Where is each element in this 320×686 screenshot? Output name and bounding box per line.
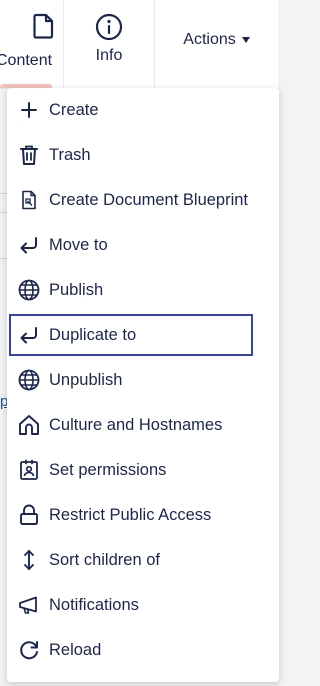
actions-button[interactable]: Actions <box>155 0 278 84</box>
menu-item-label: Sort children of <box>49 550 160 569</box>
menu-item-label: Move to <box>49 235 108 254</box>
menu-item-unpublish[interactable]: Unpublish <box>7 359 269 401</box>
menu-item-label: Reload <box>49 640 102 659</box>
info-icon <box>95 13 123 41</box>
move-icon <box>18 234 40 256</box>
top-tab-bar: Content Info Actions <box>0 0 278 89</box>
tab-content-label: Content <box>0 52 53 69</box>
tab-info[interactable]: Info <box>64 0 155 88</box>
menu-item-restrict-public-access[interactable]: Restrict Public Access <box>7 494 269 536</box>
sort-icon <box>18 549 40 571</box>
menu-item-label: Set permissions <box>49 460 167 479</box>
menu-item-label: Culture and Hostnames <box>49 415 223 434</box>
menu-item-label: Create <box>49 100 99 119</box>
menu-item-reload[interactable]: Reload <box>7 629 269 671</box>
menu-item-publish[interactable]: Publish <box>7 269 269 311</box>
blueprint-icon <box>18 189 40 211</box>
menu-item-culture-and-hostnames[interactable]: Culture and Hostnames <box>7 404 269 446</box>
menu-item-label: Unpublish <box>49 370 123 389</box>
menu-item-label: Notifications <box>49 595 139 614</box>
reload-icon <box>18 639 40 661</box>
menu-item-label: Publish <box>49 280 104 299</box>
permissions-icon <box>18 459 40 481</box>
menu-item-label: Create Document Blueprint <box>49 190 249 209</box>
megaphone-icon <box>18 594 40 616</box>
duplicate-icon <box>18 324 40 346</box>
globe-icon <box>18 369 40 391</box>
background-divider <box>0 212 7 213</box>
background-divider <box>0 193 7 194</box>
menu-item-duplicate-to[interactable]: Duplicate to <box>9 314 253 356</box>
menu-item-move-to[interactable]: Move to <box>7 224 269 266</box>
actions-menu: Create Trash Create Document Blueprint M… <box>7 88 279 682</box>
document-icon <box>32 13 55 39</box>
background-link[interactable]: p <box>0 393 7 411</box>
globe-icon <box>18 279 40 301</box>
trash-icon <box>18 144 40 166</box>
menu-item-create-document-blueprint[interactable]: Create Document Blueprint <box>7 179 269 221</box>
lock-icon <box>18 504 40 526</box>
actions-label: Actions <box>183 31 236 48</box>
menu-item-label: Duplicate to <box>49 325 137 344</box>
caret-down-icon <box>241 37 250 43</box>
menu-item-create[interactable]: Create <box>7 89 269 131</box>
menu-item-label: Restrict Public Access <box>49 505 212 524</box>
background-divider <box>0 258 7 259</box>
home-icon <box>18 414 40 436</box>
menu-item-set-permissions[interactable]: Set permissions <box>7 449 269 491</box>
add-icon <box>18 99 40 121</box>
menu-item-trash[interactable]: Trash <box>7 134 269 176</box>
tab-content[interactable]: Content <box>0 0 64 88</box>
menu-item-label: Trash <box>49 145 91 164</box>
menu-item-sort-children-of[interactable]: Sort children of <box>7 539 269 581</box>
menu-item-notifications[interactable]: Notifications <box>7 584 269 626</box>
tab-info-label: Info <box>95 47 123 64</box>
